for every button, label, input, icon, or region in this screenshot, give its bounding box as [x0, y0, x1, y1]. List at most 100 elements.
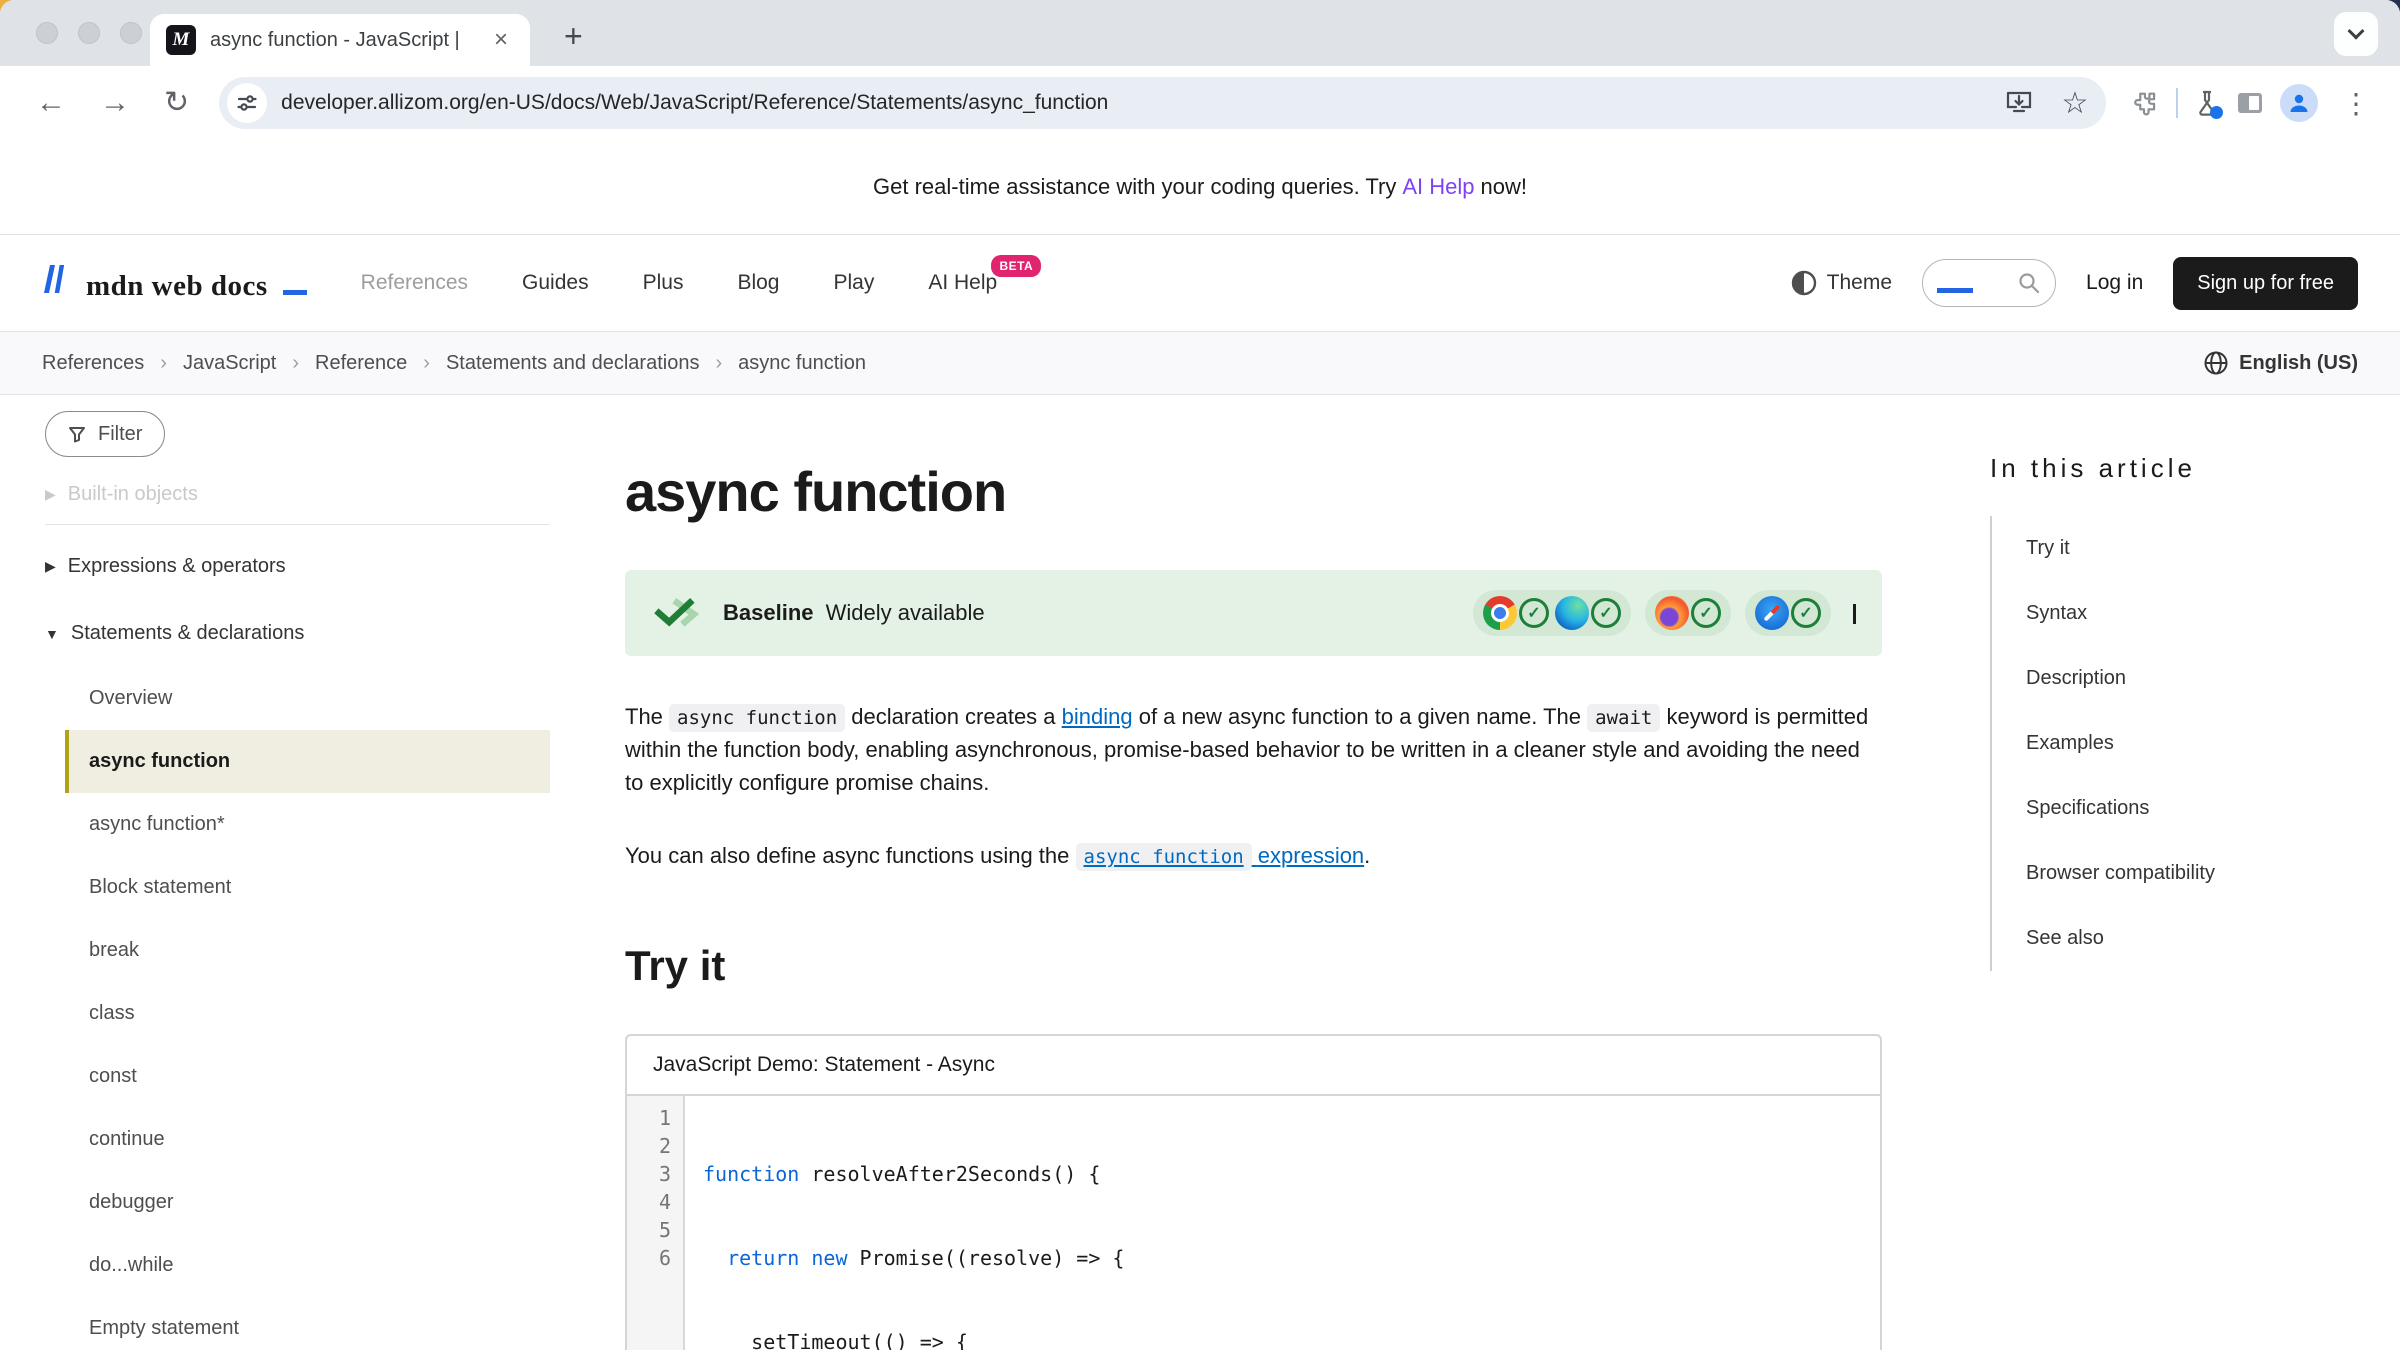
sidebar-item-debugger[interactable]: debugger	[65, 1171, 550, 1234]
url-text[interactable]: developer.allizom.org/en-US/docs/Web/Jav…	[281, 91, 1984, 115]
tab-search-button[interactable]	[2334, 12, 2378, 56]
page-layout: Filter ▶ Built-in objects ▶ Expressions …	[0, 395, 2400, 1350]
browser-window: M async function - JavaScript | × + ← → …	[0, 0, 2400, 1350]
async-function-expression-link[interactable]: async function expression	[1076, 843, 1365, 868]
toc-item-specifications[interactable]: Specifications	[2026, 776, 2380, 841]
language-selector[interactable]: English (US)	[2203, 350, 2358, 376]
sidebar-section-expressions[interactable]: ▶ Expressions & operators	[45, 533, 550, 600]
theme-icon	[1791, 270, 1817, 296]
breadcrumb-separator-icon: ›	[292, 352, 299, 375]
toc-item-examples[interactable]: Examples	[2026, 711, 2380, 776]
search-input[interactable]	[1922, 259, 2056, 307]
login-link[interactable]: Log in	[2086, 271, 2143, 295]
sidebar-item-built-in-objects[interactable]: ▶ Built-in objects	[45, 483, 550, 506]
sidebar-item-async-function-star[interactable]: async function*	[65, 793, 550, 856]
toolbar-separator	[2176, 88, 2178, 118]
chevron-down-icon	[1853, 604, 1856, 624]
side-panel-icon	[2236, 90, 2264, 116]
binding-link[interactable]: binding	[1062, 704, 1133, 729]
sidebar-section-statements[interactable]: ▼ Statements & declarations	[45, 600, 550, 667]
beta-badge: BETA	[991, 255, 1041, 277]
nav-play[interactable]: Play	[833, 271, 874, 295]
breadcrumb-javascript[interactable]: JavaScript	[183, 352, 276, 375]
sidebar-item-async-function[interactable]: async function	[65, 730, 550, 793]
back-button[interactable]: ←	[22, 88, 80, 118]
theme-toggle[interactable]: Theme	[1791, 270, 1892, 296]
await-code: await	[1587, 704, 1660, 732]
header-actions: Theme Log in Sign up for free	[1791, 257, 2358, 310]
bookmark-star-button[interactable]: ☆	[2054, 86, 2096, 121]
baseline-status: Widely available	[826, 600, 985, 625]
breadcrumb-statements[interactable]: Statements and declarations	[446, 352, 700, 375]
chrome-labs-button[interactable]	[2194, 89, 2220, 117]
sidebar-item-empty-statement[interactable]: Empty statement	[65, 1297, 550, 1350]
toc-item-browser-compatibility[interactable]: Browser compatibility	[2026, 841, 2380, 906]
install-app-button[interactable]	[1998, 90, 2040, 116]
side-panel-button[interactable]	[2236, 90, 2264, 116]
breadcrumb-references[interactable]: References	[42, 352, 144, 375]
search-cursor	[1937, 288, 1973, 293]
baseline-expand-button[interactable]	[1853, 604, 1856, 622]
sidebar-item-overview[interactable]: Overview	[65, 667, 550, 730]
collapsed-triangle-icon: ▶	[45, 558, 56, 575]
toc-item-see-also[interactable]: See also	[2026, 906, 2380, 971]
close-window-button[interactable]	[36, 22, 58, 44]
profile-avatar[interactable]	[2280, 84, 2318, 122]
intro-paragraph: The async function declaration creates a…	[625, 700, 1882, 799]
paragraph-text: of a new async function to a given name.…	[1133, 704, 1588, 729]
zoom-window-button[interactable]	[120, 22, 142, 44]
toc-item-description[interactable]: Description	[2026, 646, 2380, 711]
demo-code-editor[interactable]: 1 2 3 4 5 6 function resolveAfter2Second…	[627, 1096, 1880, 1350]
reload-button[interactable]: ↻	[150, 88, 203, 118]
safari-support-pill: ✓	[1745, 590, 1831, 636]
sidebar-item-continue[interactable]: continue	[65, 1108, 550, 1171]
forward-button[interactable]: →	[86, 88, 144, 118]
sidebar-item-const[interactable]: const	[65, 1045, 550, 1108]
line-number: 4	[627, 1188, 671, 1216]
mdn-logo[interactable]: mdn web docs	[42, 263, 307, 303]
nav-blog[interactable]: Blog	[737, 271, 779, 295]
code-lines[interactable]: function resolveAfter2Seconds() { return…	[685, 1104, 1124, 1350]
close-tab-icon[interactable]: ×	[488, 26, 514, 54]
nav-ai-help-label: AI Help	[928, 271, 997, 294]
sidebar-item-block-statement[interactable]: Block statement	[65, 856, 550, 919]
toc-list: Try it Syntax Description Examples Speci…	[1990, 516, 2380, 971]
document-sidebar: Filter ▶ Built-in objects ▶ Expressions …	[0, 395, 580, 1350]
breadcrumb-current: async function	[738, 352, 866, 375]
sidebar-divider	[45, 524, 550, 525]
signup-button[interactable]: Sign up for free	[2173, 257, 2358, 310]
extensions-button[interactable]	[2132, 89, 2160, 117]
line-number: 3	[627, 1160, 671, 1188]
check-circle-icon: ✓	[1591, 598, 1621, 628]
line-number: 2	[627, 1132, 671, 1160]
code-line: return new Promise((resolve) => {	[703, 1244, 1124, 1272]
site-settings-button[interactable]	[227, 83, 267, 123]
sidebar-item-label: Built-in objects	[68, 483, 198, 506]
nav-references[interactable]: References	[361, 271, 468, 295]
check-circle-icon: ✓	[1791, 598, 1821, 628]
browser-menu-button[interactable]: ⋮	[2334, 87, 2378, 120]
nav-plus[interactable]: Plus	[643, 271, 684, 295]
toc-item-syntax[interactable]: Syntax	[2026, 581, 2380, 646]
ai-help-promo-link[interactable]: AI Help	[1402, 174, 1474, 200]
check-circle-icon: ✓	[1519, 598, 1549, 628]
collapsed-triangle-icon: ▶	[45, 486, 56, 503]
async-function-code: async function	[669, 704, 845, 732]
nav-guides[interactable]: Guides	[522, 271, 589, 295]
new-tab-button[interactable]: +	[552, 18, 595, 55]
browser-tab[interactable]: M async function - JavaScript | ×	[150, 14, 530, 66]
filter-button[interactable]: Filter	[45, 411, 165, 457]
sidebar-item-class[interactable]: class	[65, 982, 550, 1045]
puzzle-icon	[2132, 89, 2160, 117]
address-bar[interactable]: developer.allizom.org/en-US/docs/Web/Jav…	[219, 77, 2106, 129]
sidebar-item-break[interactable]: break	[65, 919, 550, 982]
tab-title: async function - JavaScript |	[210, 29, 474, 52]
breadcrumb-reference[interactable]: Reference	[315, 352, 407, 375]
toc-title: In this article	[1990, 453, 2380, 484]
minimize-window-button[interactable]	[78, 22, 100, 44]
check-circle-icon: ✓	[1691, 598, 1721, 628]
sidebar-item-do-while[interactable]: do...while	[65, 1234, 550, 1297]
nav-ai-help[interactable]: AI HelpBETA	[928, 271, 997, 295]
toc-item-try-it[interactable]: Try it	[2026, 516, 2380, 581]
paragraph-text: declaration creates a	[845, 704, 1061, 729]
